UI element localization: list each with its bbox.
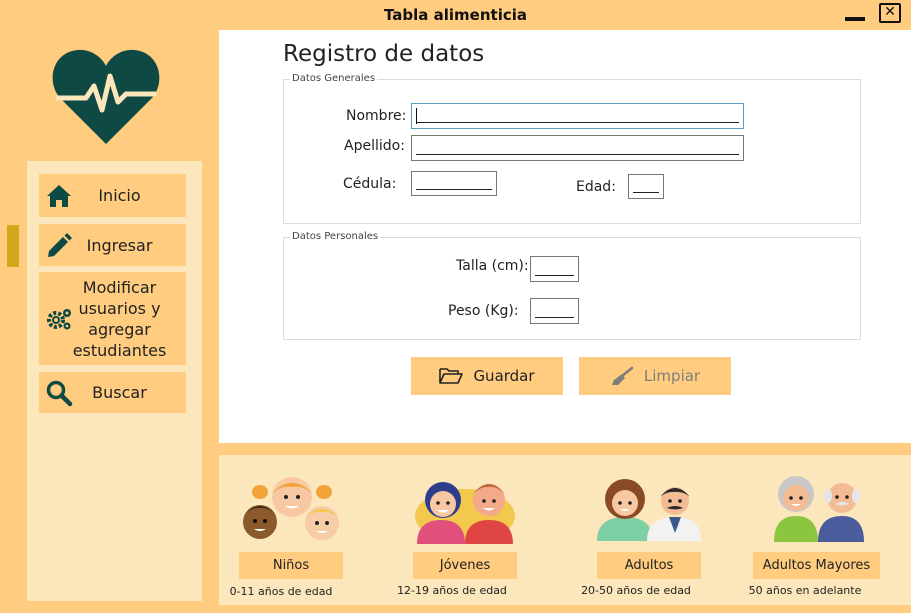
active-nav-indicator [7, 225, 19, 267]
category-adultos-age: 20-50 años de edad [581, 584, 691, 597]
sidebar-item-inicio[interactable]: Inicio [39, 174, 186, 217]
category-ninos-button[interactable]: Niños [239, 552, 343, 579]
sidebar: Inicio Ingresar Modificar usuarios y agr… [27, 161, 202, 601]
adultos-mayores-illustration [774, 476, 864, 542]
folder-open-icon [439, 368, 464, 384]
pencil-icon [48, 233, 72, 257]
cedula-label: Cédula: [343, 176, 397, 192]
apellido-field[interactable] [411, 135, 744, 161]
category-adultos-mayores-button[interactable]: Adultos Mayores [753, 552, 880, 579]
talla-label: Talla (cm): [456, 258, 529, 274]
datos-personales-group [283, 237, 861, 340]
edad-label: Edad: [576, 179, 616, 195]
category-label: Jóvenes [439, 558, 491, 573]
guardar-label: Guardar [473, 367, 535, 385]
sidebar-item-buscar[interactable]: Buscar [39, 372, 186, 413]
category-label: Adultos [624, 558, 674, 573]
category-ninos-age: 0-11 años de edad [229, 585, 333, 598]
ninos-illustration [243, 477, 339, 540]
adultos-illustration [597, 479, 701, 541]
search-icon [46, 380, 73, 406]
peso-field[interactable] [530, 298, 579, 324]
category-jovenes-age: 12-19 años de edad [397, 584, 507, 597]
cedula-field[interactable] [411, 171, 497, 196]
peso-label: Peso (Kg): [448, 303, 519, 319]
datos-personales-legend: Datos Personales [290, 231, 381, 242]
heart-pulse-logo [52, 49, 160, 144]
datos-generales-legend: Datos Generales [290, 73, 378, 84]
window-title: Tabla alimenticia [384, 6, 527, 24]
limpiar-button[interactable]: Limpiar [579, 357, 731, 395]
limpiar-label: Limpiar [643, 367, 701, 385]
category-adultos-button[interactable]: Adultos [597, 552, 701, 579]
broom-icon [611, 366, 634, 385]
nombre-field[interactable] [411, 103, 744, 129]
apellido-label: Apellido: [344, 138, 405, 154]
category-adultos-mayores-age: 50 años en adelante [748, 584, 862, 597]
sidebar-item-ingresar[interactable]: Ingresar [39, 224, 186, 266]
sidebar-item-modificar[interactable]: Modificar usuarios y agregar estudiantes [39, 272, 186, 365]
guardar-button[interactable]: Guardar [411, 357, 563, 395]
talla-field[interactable] [530, 256, 579, 282]
minimize-button[interactable] [845, 17, 865, 21]
page-title: Registro de datos [283, 41, 485, 67]
category-label: Niños [272, 558, 310, 573]
category-label: Adultos Mayores [762, 558, 871, 573]
nombre-label: Nombre: [346, 108, 407, 124]
home-icon [47, 184, 71, 207]
edad-field[interactable] [628, 174, 664, 199]
gears-icon [47, 308, 71, 329]
jovenes-illustration [415, 482, 515, 544]
close-button[interactable]: ✕ [879, 3, 901, 23]
category-jovenes-button[interactable]: Jóvenes [413, 552, 517, 579]
